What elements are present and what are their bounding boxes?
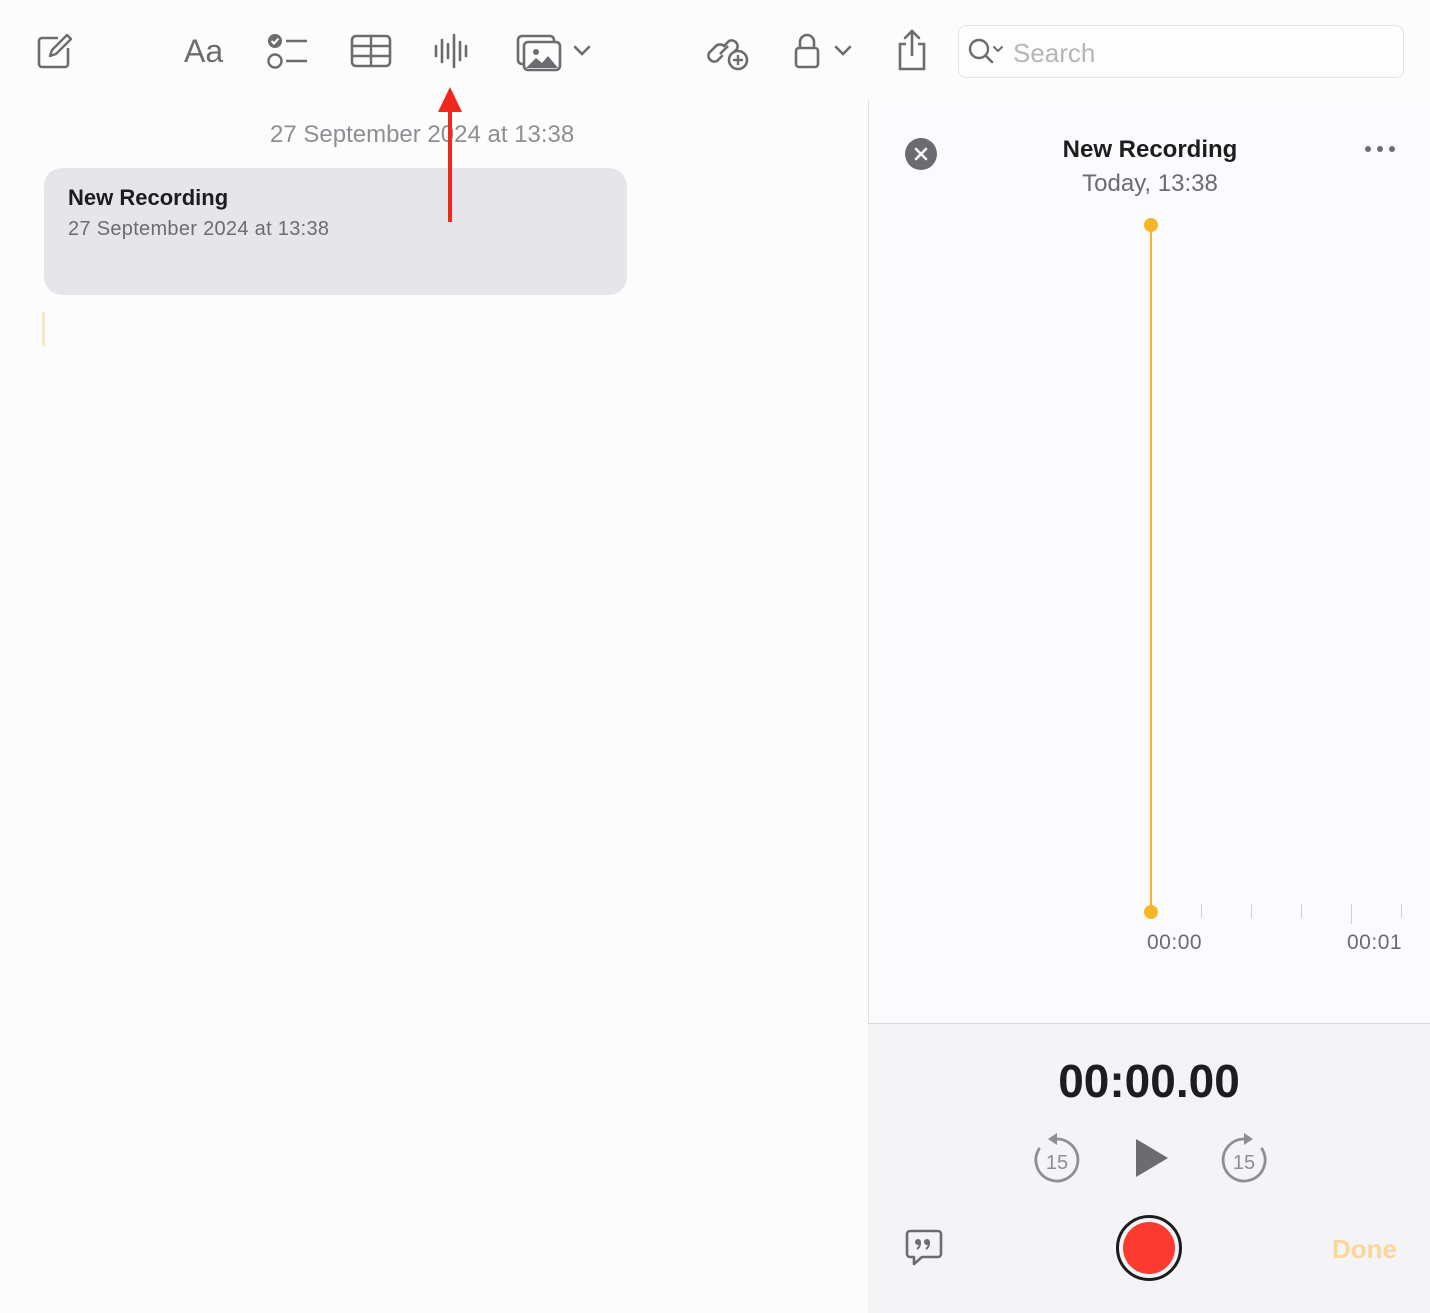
search-input[interactable] bbox=[1011, 36, 1395, 70]
play-icon[interactable] bbox=[1134, 1137, 1170, 1184]
lock-icon[interactable] bbox=[793, 32, 821, 70]
recording-attachment-card[interactable]: New Recording 27 September 2024 at 13:38 bbox=[44, 168, 627, 295]
timeline-tick bbox=[1351, 904, 1352, 924]
skip-forward-seconds: 15 bbox=[1233, 1152, 1255, 1174]
note-date: 27 September 2024 at 13:38 bbox=[270, 121, 575, 148]
recording-title: New Recording bbox=[1062, 136, 1238, 163]
timeline-label-start: 00:00 bbox=[1147, 931, 1203, 954]
search-icon[interactable] bbox=[967, 37, 1007, 72]
playhead-bottom-handle[interactable] bbox=[1144, 905, 1158, 919]
search-field[interactable] bbox=[958, 25, 1404, 78]
skip-forward-15-icon[interactable]: 15 bbox=[1220, 1131, 1268, 1188]
timeline-tick bbox=[1201, 904, 1202, 918]
media-icon[interactable] bbox=[516, 32, 562, 72]
annotation-arrow-icon bbox=[436, 86, 464, 231]
toolbar: Aa bbox=[0, 0, 1430, 100]
table-icon[interactable] bbox=[350, 34, 392, 68]
checklist-icon[interactable] bbox=[266, 32, 308, 70]
collaborate-icon[interactable] bbox=[706, 30, 750, 72]
recording-timestamp: Today, 13:38 bbox=[1082, 170, 1218, 197]
playhead-top-handle[interactable] bbox=[1144, 218, 1158, 232]
done-button[interactable]: Done bbox=[1332, 1234, 1397, 1265]
timeline-label-next: 00:01 bbox=[1347, 931, 1403, 954]
share-icon[interactable] bbox=[895, 28, 929, 72]
record-button[interactable] bbox=[1116, 1215, 1182, 1281]
timeline-tick bbox=[1251, 904, 1252, 918]
recording-card-title: New Recording bbox=[68, 185, 229, 210]
text-cursor bbox=[42, 312, 45, 346]
lock-chevron-down-icon[interactable] bbox=[834, 45, 852, 57]
playback-controls: 00:00.00 15 15 Done bbox=[868, 1023, 1430, 1313]
transcript-icon[interactable] bbox=[904, 1228, 944, 1273]
chevron-down-icon[interactable] bbox=[573, 45, 591, 57]
playhead-line[interactable] bbox=[1150, 224, 1152, 912]
skip-back-15-icon[interactable]: 15 bbox=[1033, 1131, 1081, 1188]
elapsed-time: 00:00.00 bbox=[1058, 1055, 1240, 1107]
timeline-tick bbox=[1301, 904, 1302, 918]
audio-waveform-icon[interactable] bbox=[433, 33, 469, 69]
skip-back-seconds: 15 bbox=[1046, 1152, 1068, 1174]
timeline-tick bbox=[1401, 904, 1402, 918]
compose-icon[interactable] bbox=[36, 32, 74, 70]
recording-card-date: 27 September 2024 at 13:38 bbox=[68, 218, 330, 240]
format-text-icon[interactable]: Aa bbox=[184, 32, 223, 70]
record-button-dot bbox=[1123, 1222, 1175, 1274]
more-options-icon[interactable] bbox=[1363, 142, 1397, 160]
